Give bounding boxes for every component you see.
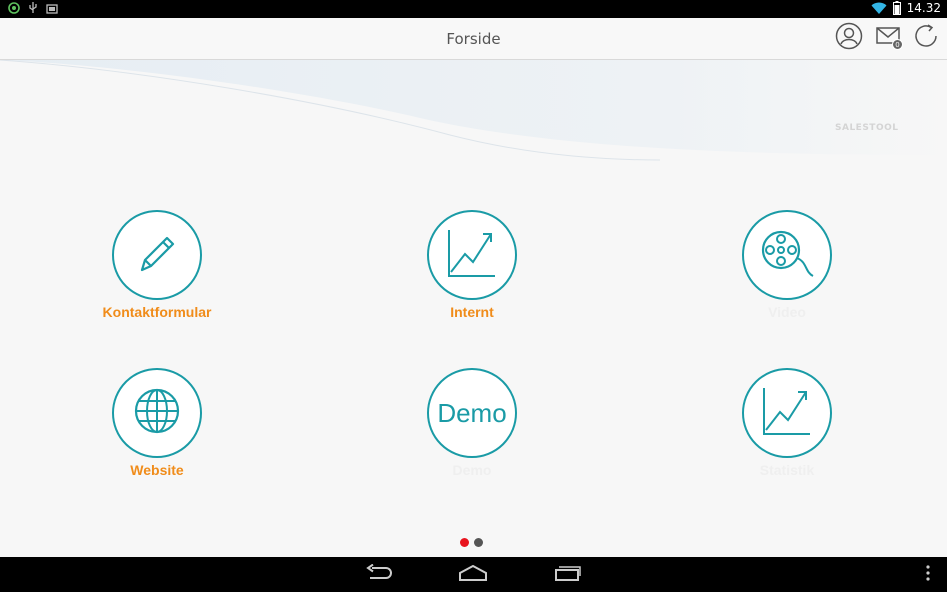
tile-kontaktformular-button[interactable]	[112, 210, 202, 300]
page-title: Forside	[446, 30, 501, 48]
app-notification-icon	[8, 2, 20, 14]
tile-label: Statistik	[759, 462, 815, 478]
usb-icon	[28, 2, 38, 14]
navigation-bar	[0, 557, 947, 592]
header-swoosh	[0, 60, 947, 161]
tile-statistik[interactable]: Statistik	[707, 368, 867, 478]
globe-icon	[132, 386, 182, 440]
pencil-icon	[133, 229, 181, 281]
overflow-menu-button[interactable]	[918, 563, 938, 587]
home-icon	[458, 564, 488, 585]
refresh-icon	[912, 22, 940, 54]
page-indicator	[460, 538, 483, 547]
demo-icon-text: Demo	[437, 397, 507, 428]
tile-label: Internt	[450, 304, 494, 320]
page-dot-active[interactable]	[460, 538, 469, 547]
overflow-menu-icon	[926, 565, 930, 585]
tile-video[interactable]: Video	[707, 210, 867, 320]
back-button[interactable]	[358, 563, 398, 587]
tile-demo-button[interactable]: Demo	[427, 368, 517, 458]
home-button[interactable]	[453, 563, 493, 587]
wifi-icon	[871, 2, 887, 15]
tile-kontaktformular[interactable]: Kontaktformular	[77, 210, 237, 320]
tile-label: Kontaktformular	[102, 304, 212, 320]
tile-label: Website	[130, 462, 184, 478]
home-content: SALESTOOL Kontaktformular Internt Video …	[0, 60, 947, 557]
tile-video-button[interactable]	[742, 210, 832, 300]
recent-apps-button[interactable]	[548, 563, 588, 587]
profile-icon	[835, 22, 863, 54]
tile-statistik-button[interactable]	[742, 368, 832, 458]
chart-icon	[760, 384, 814, 442]
action-bar: Forside 0	[0, 18, 947, 60]
tile-internt[interactable]: Internt	[392, 210, 552, 320]
status-time: 14.32	[906, 1, 941, 15]
page-dot[interactable]	[474, 538, 483, 547]
tile-website[interactable]: Website	[77, 368, 237, 478]
tile-internt-button[interactable]	[427, 210, 517, 300]
tile-demo[interactable]: Demo Demo	[392, 368, 552, 478]
tile-label: Video	[768, 304, 806, 320]
screenshot-icon	[46, 3, 58, 14]
battery-icon	[892, 1, 901, 15]
mail-button[interactable]: 0	[874, 23, 904, 53]
refresh-button[interactable]	[911, 23, 941, 53]
film-reel-icon	[757, 226, 817, 284]
tile-website-button[interactable]	[112, 368, 202, 458]
status-bar: 14.32	[0, 0, 947, 18]
recent-apps-icon	[554, 565, 582, 585]
mail-count-badge: 0	[892, 39, 903, 50]
tile-label: Demo	[452, 462, 492, 478]
back-icon	[364, 563, 392, 586]
chart-icon	[445, 226, 499, 284]
profile-button[interactable]	[834, 22, 864, 54]
brand-watermark: SALESTOOL	[835, 123, 899, 133]
